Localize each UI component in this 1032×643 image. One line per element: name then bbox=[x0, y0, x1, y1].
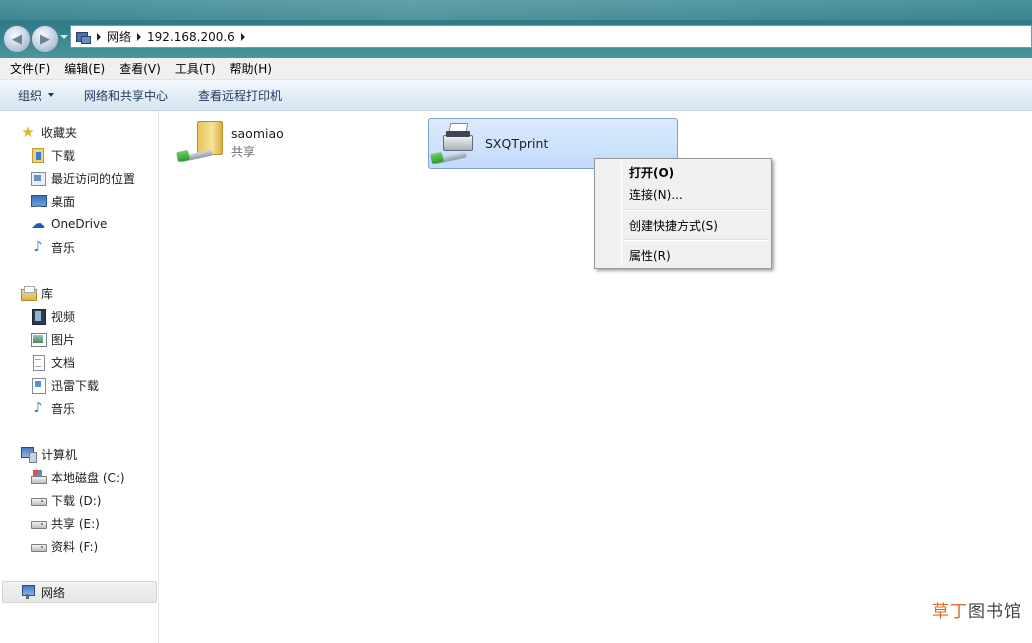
film-icon bbox=[30, 308, 46, 325]
cloud-icon: ☁ bbox=[31, 216, 45, 232]
desktop-icon bbox=[30, 193, 47, 209]
network-sharing-center-button[interactable]: 网络和共享中心 bbox=[84, 87, 168, 104]
sidebar-item-onedrive[interactable]: ☁ OneDrive bbox=[0, 213, 107, 235]
menu-tools[interactable]: 工具(T) bbox=[175, 60, 216, 77]
organize-label: 组织 bbox=[18, 88, 43, 103]
sidebar-item-drive-f[interactable]: 资料 (F:) bbox=[0, 535, 98, 557]
sidebar-item-recent-places[interactable]: 最近访问的位置 bbox=[0, 167, 135, 189]
sidebar-item-label: 收藏夹 bbox=[41, 125, 78, 140]
network-location-icon bbox=[75, 31, 91, 44]
menu-view[interactable]: 查看(V) bbox=[119, 60, 161, 77]
watermark-text: 图书馆 bbox=[968, 602, 1022, 622]
sidebar-item-thunder-downloads[interactable]: 迅雷下载 bbox=[0, 374, 99, 396]
sidebar-item-documents[interactable]: 文档 bbox=[0, 351, 75, 373]
sidebar-item-label: 共享 (E:) bbox=[51, 516, 100, 531]
context-menu-connect[interactable]: 连接(N)... bbox=[598, 183, 768, 205]
address-bar[interactable]: 网络 192.168.200.6 bbox=[70, 25, 1032, 48]
view-remote-printers-button[interactable]: 查看远程打印机 bbox=[198, 87, 282, 104]
picture-icon bbox=[30, 331, 47, 347]
sidebar-item-libraries[interactable]: 库 bbox=[0, 282, 53, 304]
context-menu: 打开(O) 连接(N)... 创建快捷方式(S) 属性(R) bbox=[594, 158, 772, 269]
recent-places-icon bbox=[30, 170, 46, 186]
context-menu-properties[interactable]: 属性(R) bbox=[598, 244, 768, 266]
context-menu-open[interactable]: 打开(O) bbox=[598, 161, 768, 183]
sidebar-item-desktop[interactable]: 桌面 bbox=[0, 190, 75, 212]
sidebar-item-label: 下载 (D:) bbox=[51, 493, 102, 508]
sidebar-item-network[interactable]: 网络 bbox=[0, 581, 65, 603]
breadcrumb-arrow-icon[interactable] bbox=[137, 32, 142, 41]
breadcrumb-network[interactable]: 网络 bbox=[107, 28, 131, 45]
item-name: saomiao bbox=[231, 126, 284, 141]
breadcrumb-arrow-icon[interactable] bbox=[240, 32, 245, 41]
sidebar-item-label: 本地磁盘 (C:) bbox=[51, 470, 125, 485]
sidebar-item-label: 图片 bbox=[51, 332, 76, 347]
document-icon bbox=[30, 354, 46, 371]
arrow-right-icon: ▶ bbox=[40, 31, 50, 47]
hard-drive-icon bbox=[30, 538, 47, 554]
sidebar-item-label: 计算机 bbox=[41, 447, 78, 462]
network-printer-icon bbox=[429, 119, 481, 169]
recent-pages-dropdown[interactable] bbox=[60, 35, 68, 39]
sidebar-item-label: 库 bbox=[41, 286, 54, 301]
downloads-folder-icon bbox=[30, 147, 46, 163]
navigation-pane: ★ 收藏夹 下载 最近访问的位置 桌面 ☁ OneDrive ♪ 音乐 库 视频… bbox=[0, 111, 159, 643]
sidebar-item-favorites[interactable]: ★ 收藏夹 bbox=[0, 121, 77, 143]
menu-separator bbox=[624, 209, 768, 211]
sidebar-item-label: 资料 (F:) bbox=[51, 539, 99, 554]
shared-folder-item[interactable]: saomiao 共享 bbox=[175, 117, 395, 169]
menu-bar: 文件(F) 编辑(E) 查看(V) 工具(T) 帮助(H) bbox=[0, 58, 1032, 80]
sidebar-item-music-library[interactable]: ♪ 音乐 bbox=[0, 397, 75, 419]
breadcrumb-arrow-icon[interactable] bbox=[97, 32, 101, 41]
sidebar-item-music-favorite[interactable]: ♪ 音乐 bbox=[0, 236, 75, 258]
sidebar-item-pictures[interactable]: 图片 bbox=[0, 328, 75, 350]
library-icon bbox=[20, 285, 37, 301]
titlebar-glow bbox=[0, 0, 1032, 20]
shared-folder-icon bbox=[175, 118, 227, 168]
forward-button[interactable]: ▶ bbox=[31, 25, 59, 53]
hard-drive-icon bbox=[30, 515, 47, 531]
watermark: 草丁图书馆 bbox=[932, 597, 1022, 622]
menu-help[interactable]: 帮助(H) bbox=[230, 60, 272, 77]
item-type: 共享 bbox=[231, 145, 256, 159]
menu-separator bbox=[624, 239, 768, 241]
window-titlebar: ◀ ▶ 网络 192.168.200.6 bbox=[0, 0, 1032, 58]
sidebar-item-label: 桌面 bbox=[51, 194, 76, 209]
sidebar-item-label: 迅雷下载 bbox=[51, 378, 100, 393]
network-sharing-center-label: 网络和共享中心 bbox=[84, 88, 169, 103]
thunder-download-icon bbox=[30, 377, 46, 394]
sidebar-item-downloads[interactable]: 下载 bbox=[0, 144, 75, 166]
sidebar-item-label: 文档 bbox=[51, 355, 76, 370]
sidebar-item-label: 最近访问的位置 bbox=[51, 171, 136, 186]
star-icon: ★ bbox=[21, 123, 35, 141]
music-note-icon: ♪ bbox=[33, 400, 43, 416]
sidebar-item-label: 网络 bbox=[41, 585, 66, 600]
sidebar-item-label: 下载 bbox=[51, 148, 76, 163]
sidebar-item-drive-d[interactable]: 下载 (D:) bbox=[0, 489, 101, 511]
sidebar-item-label: 视频 bbox=[51, 309, 76, 324]
sidebar-item-videos[interactable]: 视频 bbox=[0, 305, 75, 327]
back-button[interactable]: ◀ bbox=[3, 25, 31, 53]
watermark-accent-text: 草丁 bbox=[932, 602, 968, 622]
network-icon bbox=[20, 584, 36, 600]
sidebar-item-drive-c[interactable]: 本地磁盘 (C:) bbox=[0, 466, 125, 488]
sidebar-item-computer[interactable]: 计算机 bbox=[0, 443, 77, 465]
organize-button[interactable]: 组织 bbox=[18, 87, 55, 104]
menu-edit[interactable]: 编辑(E) bbox=[64, 60, 105, 77]
hard-drive-icon bbox=[30, 492, 47, 508]
sidebar-item-label: OneDrive bbox=[51, 217, 108, 231]
context-menu-create-shortcut[interactable]: 创建快捷方式(S) bbox=[598, 214, 768, 236]
breadcrumb-host[interactable]: 192.168.200.6 bbox=[147, 30, 235, 44]
music-note-icon: ♪ bbox=[33, 239, 43, 255]
sidebar-item-label: 音乐 bbox=[51, 401, 76, 416]
system-drive-icon bbox=[30, 469, 47, 485]
arrow-left-icon: ◀ bbox=[12, 31, 22, 47]
item-name: SXQTprint bbox=[485, 136, 549, 151]
menu-file[interactable]: 文件(F) bbox=[10, 60, 50, 77]
sidebar-item-drive-e[interactable]: 共享 (E:) bbox=[0, 512, 100, 534]
computer-icon bbox=[20, 446, 37, 463]
chevron-down-icon bbox=[48, 93, 55, 97]
sidebar-item-label: 音乐 bbox=[51, 240, 76, 255]
view-remote-printers-label: 查看远程打印机 bbox=[198, 88, 283, 103]
command-toolbar: 组织 网络和共享中心 查看远程打印机 bbox=[0, 80, 1032, 111]
